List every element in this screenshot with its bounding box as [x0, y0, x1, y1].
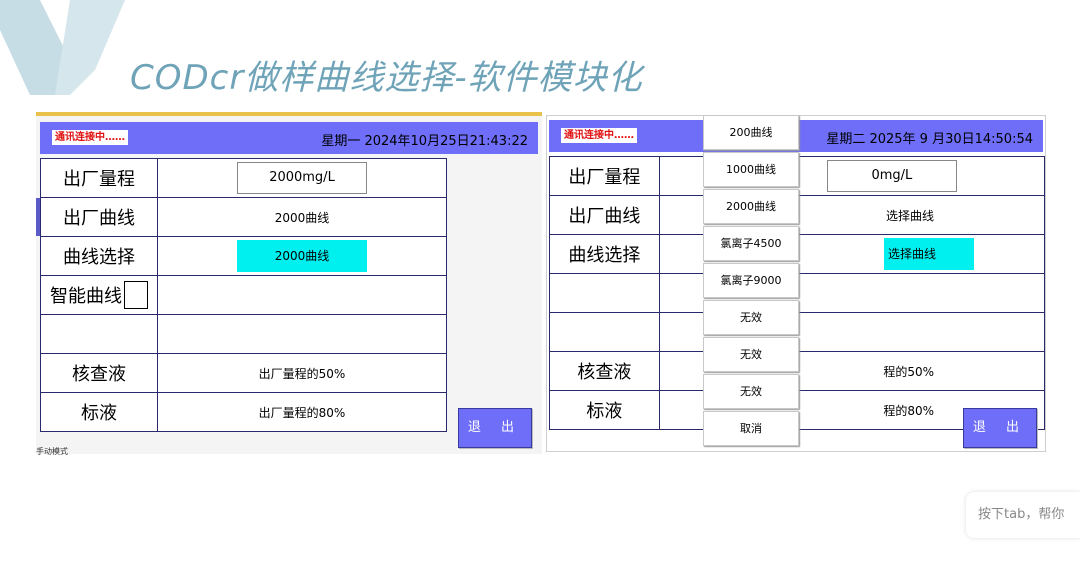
empty-cell [549, 312, 660, 352]
curve-value: 2000曲线 [157, 197, 447, 237]
slide-title: CODcr做样曲线选择-软件模块化 [130, 58, 643, 98]
table-row: 出厂曲线 2000曲线 [40, 197, 447, 237]
select-cell: 2000曲线 [157, 236, 447, 276]
exit-button[interactable]: 退 出 [458, 408, 532, 448]
exit-button[interactable]: 退 出 [963, 408, 1037, 448]
left-settings-table: 出厂量程 2000mg/L 出厂曲线 2000曲线 曲线选择 2000曲线 智能… [40, 158, 447, 432]
dropdown-cancel[interactable]: 取消 [703, 411, 799, 446]
check-liquid-value: 出厂量程的50% [157, 353, 447, 393]
check-liquid-label: 核查液 [40, 353, 158, 393]
table-row: 出厂量程 2000mg/L [40, 158, 447, 198]
table-row: 曲线选择 2000曲线 [40, 236, 447, 276]
dropdown-option[interactable]: 氯离子4500 [703, 226, 799, 261]
dropdown-option[interactable]: 无效 [703, 374, 799, 409]
curve-select-button[interactable]: 选择曲线 [884, 238, 974, 270]
smart-curve-label: 智能曲线 [50, 286, 122, 307]
standard-liquid-value: 出厂量程的80% [157, 392, 447, 432]
datetime-display: 星期一 2024年10月25日21:43:22 [321, 134, 528, 149]
left-edge-marker [36, 198, 40, 236]
empty-cell [549, 273, 660, 313]
dropdown-option[interactable]: 无效 [703, 337, 799, 372]
table-row: 核查液 出厂量程的50% [40, 353, 447, 393]
curve-select-button[interactable]: 2000曲线 [237, 240, 367, 272]
dropdown-option[interactable]: 氯离子9000 [703, 263, 799, 298]
empty-cell [40, 314, 158, 354]
curve-label: 出厂曲线 [40, 197, 158, 237]
select-label: 曲线选择 [40, 236, 158, 276]
tab-hint-tooltip: 按下tab，帮你 [966, 492, 1080, 538]
logo-shape [0, 0, 125, 95]
smart-curve-cell: 智能曲线 [40, 275, 158, 315]
smart-curve-checkbox[interactable] [124, 281, 148, 309]
table-row: 标液 出厂量程的80% [40, 392, 447, 432]
range-input[interactable]: 2000mg/L [237, 162, 367, 194]
left-panel: 通讯连接中…… 星期一 2024年10月25日21:43:22 出厂量程 200… [36, 112, 542, 454]
range-input[interactable]: 0mg/L [826, 160, 957, 192]
empty-cell [157, 314, 447, 354]
left-header-bar: 通讯连接中…… 星期一 2024年10月25日21:43:22 [40, 122, 538, 154]
standard-liquid-label: 标液 [40, 392, 158, 432]
curve-label: 出厂曲线 [549, 195, 660, 235]
datetime-display: 星期二 2025年 9 月30日14:50:54 [826, 132, 1033, 147]
table-row: 智能曲线 [40, 275, 447, 315]
dropdown-option[interactable]: 2000曲线 [703, 189, 799, 224]
dropdown-option[interactable]: 无效 [703, 300, 799, 335]
dropdown-option[interactable]: 1000曲线 [703, 152, 799, 187]
range-label: 出厂量程 [40, 158, 158, 198]
connection-status: 通讯连接中…… [561, 128, 637, 143]
curve-dropdown-menu: 200曲线 1000曲线 2000曲线 氯离子4500 氯离子9000 无效 无… [703, 115, 799, 448]
bottom-fragment: 手动模式 [36, 447, 68, 456]
select-label: 曲线选择 [549, 234, 660, 274]
standard-liquid-label: 标液 [549, 390, 660, 430]
range-label: 出厂量程 [549, 156, 660, 196]
dropdown-option[interactable]: 200曲线 [703, 115, 799, 150]
check-liquid-label: 核查液 [549, 351, 660, 391]
table-row [40, 314, 447, 354]
connection-status: 通讯连接中…… [52, 130, 128, 145]
empty-cell [157, 275, 447, 315]
range-cell: 2000mg/L [157, 158, 447, 198]
